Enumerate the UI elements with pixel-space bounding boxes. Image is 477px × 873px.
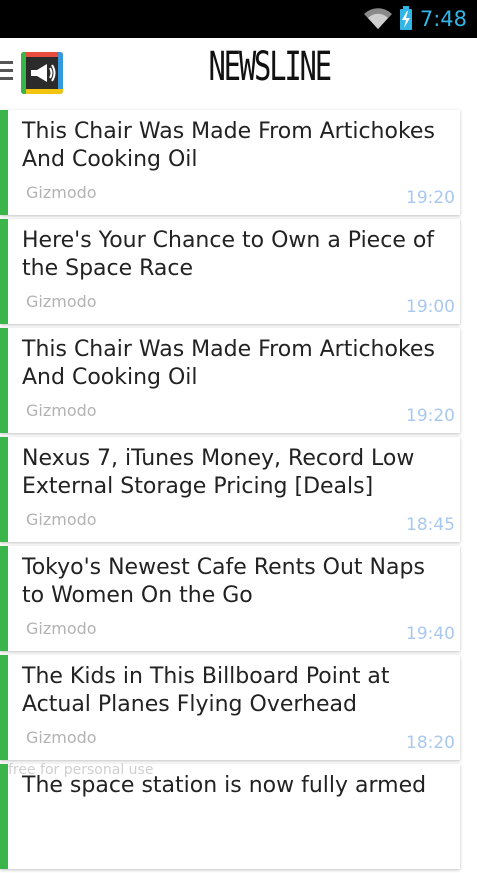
article-time: 18:20 (406, 733, 455, 753)
status-icons: 7:48 (363, 0, 467, 38)
status-bar: 7:48 (0, 0, 477, 38)
article-card[interactable]: This Chair Was Made From Artichokes And … (0, 110, 460, 215)
article-source: Gizmodo (26, 183, 97, 202)
app-title: NEWSLINE (208, 44, 332, 90)
article-source: Gizmodo (26, 401, 97, 420)
battery-charging-icon (399, 5, 412, 30)
hamburger-menu-icon[interactable] (0, 61, 15, 83)
article-card[interactable]: Tokyo's Newest Cafe Rents Out Naps to Wo… (0, 546, 460, 651)
article-list: This Chair Was Made From Artichokes And … (0, 110, 477, 873)
article-card[interactable]: Nexus 7, iTunes Money, Record Low Extern… (0, 437, 460, 542)
article-card[interactable]: The Kids in This Billboard Point at Actu… (0, 655, 460, 760)
article-title: The Kids in This Billboard Point at Actu… (22, 664, 390, 717)
watermark: free for personal use (8, 762, 154, 778)
article-time: 18:45 (406, 515, 455, 535)
article-time: 19:20 (406, 406, 455, 426)
article-title: Nexus 7, iTunes Money, Record Low Extern… (22, 446, 415, 499)
article-time: 19:00 (406, 297, 455, 317)
article-title: Tokyo's Newest Cafe Rents Out Naps to Wo… (22, 555, 425, 608)
article-card[interactable]: Here's Your Chance to Own a Piece of the… (0, 219, 460, 324)
article-title: This Chair Was Made From Artichokes And … (22, 337, 435, 390)
article-card[interactable]: The space station is now fully armed (0, 764, 460, 869)
article-time: 19:20 (406, 188, 455, 208)
article-source: Gizmodo (26, 510, 97, 529)
article-source: Gizmodo (26, 292, 97, 311)
status-time: 7:48 (419, 7, 467, 31)
article-title: Here's Your Chance to Own a Piece of the… (22, 228, 435, 281)
article-source: Gizmodo (26, 619, 97, 638)
megaphone-icon[interactable] (21, 52, 63, 94)
article-source: Gizmodo (26, 728, 97, 747)
article-time: 19:40 (406, 624, 455, 644)
article-card[interactable]: This Chair Was Made From Artichokes And … (0, 328, 460, 433)
app-bar: NEWSLINE (0, 38, 477, 110)
wifi-icon (363, 8, 392, 29)
article-title: This Chair Was Made From Artichokes And … (22, 119, 435, 172)
